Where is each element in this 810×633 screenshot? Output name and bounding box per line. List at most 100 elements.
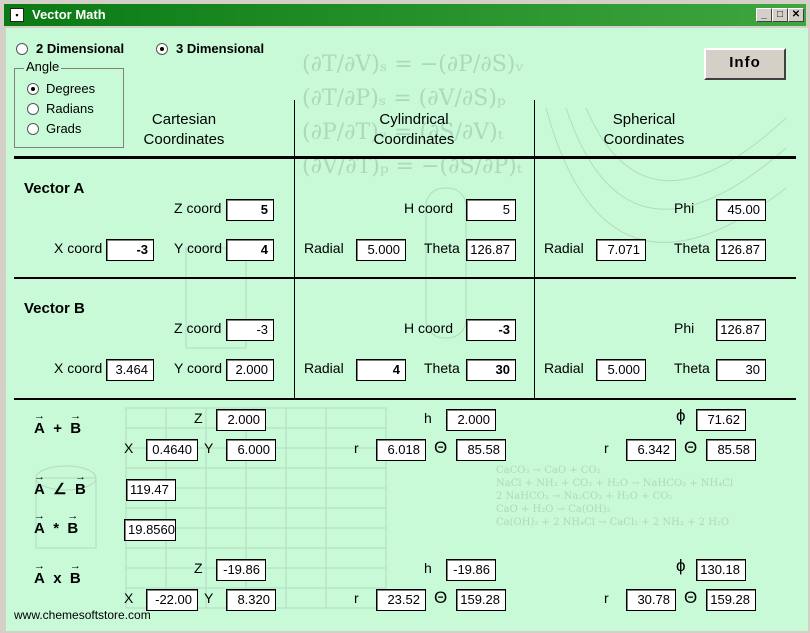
sum-h-output[interactable]: 2.000 xyxy=(446,409,496,431)
sum-theta-output[interactable]: 85.58 xyxy=(456,439,506,461)
radio-degrees[interactable] xyxy=(27,83,39,95)
vector-b-sph-radial-label: Radial xyxy=(544,360,584,376)
cross-x-output[interactable]: -22.00 xyxy=(146,589,198,611)
vector-a-sph-theta-label: Theta xyxy=(674,240,710,256)
vector-b-x-label: X coord xyxy=(54,360,103,376)
sum-x-output[interactable]: 0.4640 xyxy=(146,439,198,461)
phi-icon: ϕ xyxy=(676,406,686,425)
info-button[interactable]: Info xyxy=(704,48,786,80)
cross-y-output[interactable]: 8.320 xyxy=(226,589,276,611)
vector-b-symbol: → B xyxy=(74,471,86,498)
vector-a-title: Vector A xyxy=(24,180,85,197)
cross-z-label: Z xyxy=(194,560,203,576)
cross-theta-output[interactable]: 159.28 xyxy=(456,589,506,611)
vector-b-cyl-radial-input[interactable]: 4 xyxy=(356,359,406,381)
vector-a-h-label: H coord xyxy=(404,200,454,216)
vector-a-symbol: → A xyxy=(34,510,45,537)
radio-radians-label[interactable]: Radians xyxy=(46,101,94,116)
cross-r-output[interactable]: 23.52 xyxy=(376,589,426,611)
vector-b-title: Vector B xyxy=(24,300,85,317)
vector-a-z-label: Z coord xyxy=(174,200,222,216)
vector-b-sph-theta-label: Theta xyxy=(674,360,710,376)
vector-b-theta-label: Theta xyxy=(424,360,460,376)
cartesian-header: Cartesian Coordinates xyxy=(143,111,225,148)
vector-a-x-input[interactable]: -3 xyxy=(106,239,154,261)
sum-y-output[interactable]: 6.000 xyxy=(226,439,276,461)
vector-arrow-icon: → xyxy=(34,471,45,483)
separator-sph xyxy=(534,100,535,400)
sum-y-label: Y xyxy=(204,440,214,456)
theta-icon: Θ xyxy=(684,438,698,457)
spherical-header: Spherical Coordinates xyxy=(603,111,685,148)
radio-grads-label[interactable]: Grads xyxy=(46,121,81,136)
radio-radians[interactable] xyxy=(27,103,39,115)
vector-arrow-icon: → xyxy=(74,471,86,483)
vector-a-symbol: → A xyxy=(34,471,45,498)
radio-3d-label[interactable]: 3 Dimensional xyxy=(176,41,264,56)
vector-arrow-icon: → xyxy=(34,410,45,422)
radio-degrees-label[interactable]: Degrees xyxy=(46,81,95,96)
vector-a-sph-radial-input[interactable]: 7.071 xyxy=(596,239,646,261)
vector-a-cyl-theta-input[interactable]: 126.87 xyxy=(466,239,516,261)
vector-arrow-icon: → xyxy=(70,410,82,422)
radio-2d[interactable] xyxy=(16,43,28,55)
vector-a-sph-theta-input[interactable]: 126.87 xyxy=(716,239,766,261)
sum-h-label: h xyxy=(424,410,432,426)
sum-sph-r-output[interactable]: 6.342 xyxy=(626,439,676,461)
footer-url[interactable]: www.chemesoftstore.com xyxy=(14,608,151,622)
sum-phi-output[interactable]: 71.62 xyxy=(696,409,746,431)
cross-z-output[interactable]: -19.86 xyxy=(216,559,266,581)
vector-a-cyl-radial-input[interactable]: 5.000 xyxy=(356,239,406,261)
theta-icon: Θ xyxy=(434,588,448,607)
app-icon[interactable]: ▪ xyxy=(10,8,24,22)
vector-arrow-icon: → xyxy=(67,510,79,522)
vector-arrow-icon: → xyxy=(69,560,81,572)
vector-b-sph-theta-input[interactable]: 30 xyxy=(716,359,766,381)
dot-label: → A * → B xyxy=(34,510,79,537)
vector-b-y-label: Y coord xyxy=(174,360,222,376)
radio-2d-label[interactable]: 2 Dimensional xyxy=(36,41,124,56)
angle-output[interactable]: 119.47 xyxy=(126,479,176,501)
sum-z-output[interactable]: 2.000 xyxy=(216,409,266,431)
cross-phi-output[interactable]: 130.18 xyxy=(696,559,746,581)
vector-a-symbol: → A xyxy=(34,410,45,437)
sum-r-output[interactable]: 6.018 xyxy=(376,439,426,461)
vector-a-symbol: → A xyxy=(34,560,45,587)
radio-grads[interactable] xyxy=(27,123,39,135)
vector-b-z-input[interactable]: -3 xyxy=(226,319,274,341)
chem-equations-watermark: CaCO₃ → CaO + CO₂ NaCl + NH₃ + CO₂ + H₂O … xyxy=(496,465,734,528)
vector-b-y-input[interactable]: 2.000 xyxy=(226,359,274,381)
vector-a-y-input[interactable]: 4 xyxy=(226,239,274,261)
cross-h-output[interactable]: -19.86 xyxy=(446,559,496,581)
vector-a-z-input[interactable]: 5 xyxy=(226,199,274,221)
angle-group-title: Angle xyxy=(24,59,62,74)
vector-b-cyl-theta-input[interactable]: 30 xyxy=(466,359,516,381)
cross-sph-r-output[interactable]: 30.78 xyxy=(626,589,676,611)
vector-a-sph-radial-label: Radial xyxy=(544,240,584,256)
dot-output[interactable]: 19.8560 xyxy=(124,519,176,541)
maximize-button[interactable]: □ xyxy=(772,8,788,22)
close-button[interactable]: ✕ xyxy=(788,8,804,22)
cross-sph-theta-output[interactable]: 159.28 xyxy=(706,589,756,611)
cross-h-label: h xyxy=(424,560,432,576)
divider-bottom xyxy=(14,398,796,400)
divider-top xyxy=(14,156,796,159)
vector-b-symbol: → B xyxy=(67,510,79,537)
vector-b-x-input[interactable]: 3.464 xyxy=(106,359,154,381)
cylindrical-header: Cylindrical Coordinates xyxy=(373,111,455,148)
sum-z-label: Z xyxy=(194,410,203,426)
cross-label: → A x → B xyxy=(34,560,81,587)
sum-sph-theta-output[interactable]: 85.58 xyxy=(706,439,756,461)
vector-a-h-input[interactable]: 5 xyxy=(466,199,516,221)
vector-b-phi-input[interactable]: 126.87 xyxy=(716,319,766,341)
vector-b-z-label: Z coord xyxy=(174,320,222,336)
vector-b-phi-label: Phi xyxy=(674,320,695,336)
vector-b-h-input[interactable]: -3 xyxy=(466,319,516,341)
sum-r-label: r xyxy=(354,440,359,456)
radio-3d[interactable] xyxy=(156,43,168,55)
vector-a-phi-input[interactable]: 45.00 xyxy=(716,199,766,221)
vector-b-sph-radial-input[interactable]: 5.000 xyxy=(596,359,646,381)
minimize-button[interactable]: _ xyxy=(756,8,772,22)
app-window: ▪ Vector Math _ □ ✕ (∂T/∂V)ₛ = −(∂P/∂S)ᵥ… xyxy=(0,0,810,633)
title-bar[interactable]: ▪ Vector Math _ □ ✕ xyxy=(4,4,806,26)
